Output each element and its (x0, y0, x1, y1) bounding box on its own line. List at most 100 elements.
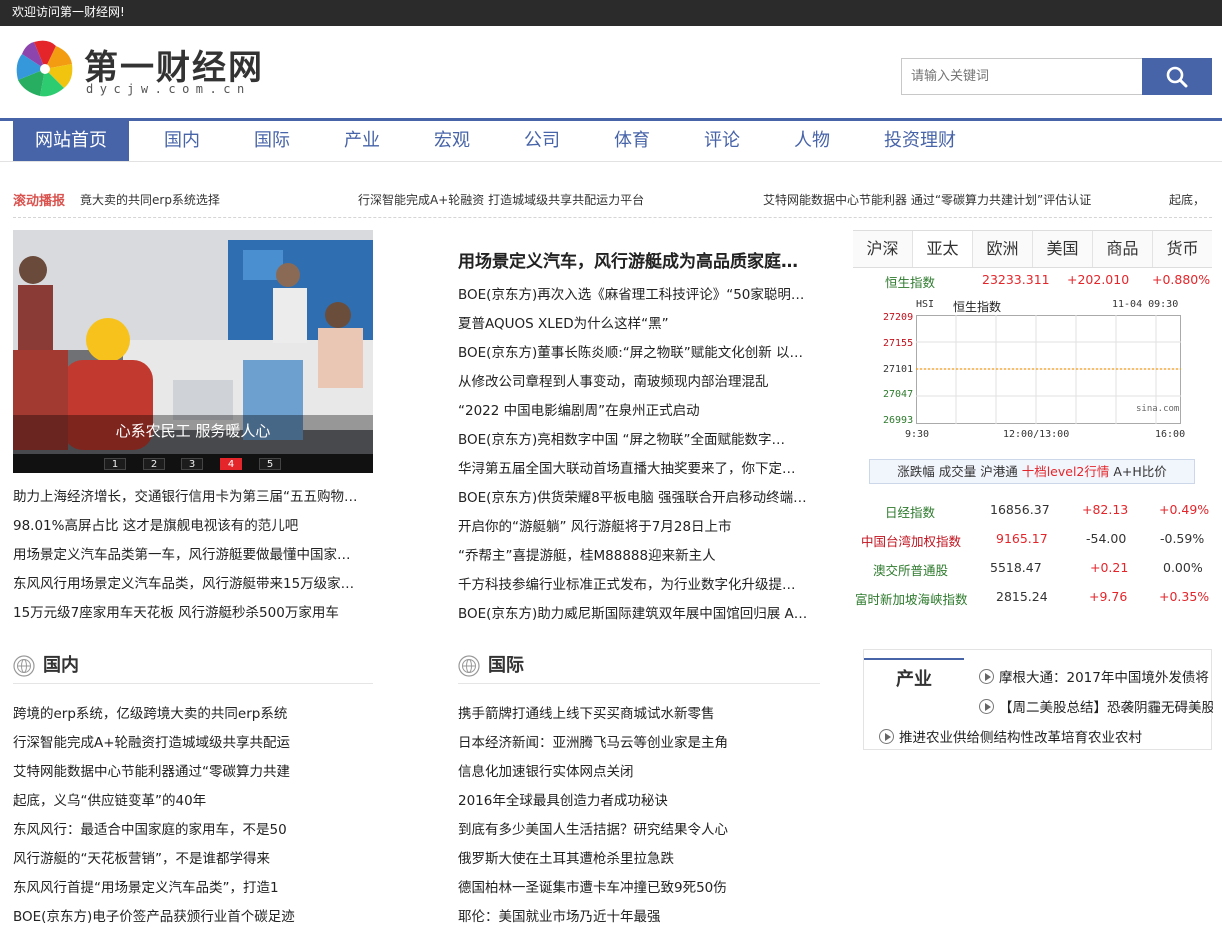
index-change: -54.00 (1086, 531, 1127, 546)
nav-item-domestic[interactable]: 国内 (142, 121, 222, 161)
link-change-rank[interactable]: 涨跌幅 (897, 464, 935, 479)
chart-name: 恒生指数 (953, 300, 1002, 314)
center-news-link[interactable]: BOE(京东方)再次入选《麻省理工科技评论》“50家聪明… (458, 283, 820, 303)
nav-item-commentary[interactable]: 评论 (682, 121, 762, 161)
industry-news-item[interactable]: 摩根大通：2017年中国境外发债将 (979, 666, 1213, 686)
international-news-link[interactable]: 2016年全球最具创造力者成功秘诀 (458, 789, 820, 809)
nav-item-sports[interactable]: 体育 (592, 121, 672, 161)
link-volume-rank[interactable]: 成交量 (939, 464, 977, 479)
left-news-link[interactable]: 用场景定义汽车品类第一车，风行游艇要做最懂中国家… (13, 543, 373, 563)
nav-item-international[interactable]: 国际 (232, 121, 312, 161)
ticker-item[interactable]: 艾特网能数据中心节能利器 通过“零碳算力共建计划”评估认证 (763, 191, 1091, 208)
tab-shanghai-shenzhen[interactable]: 沪深 (853, 231, 913, 267)
welcome-text: 欢迎访问第一财经网! (12, 5, 125, 19)
domestic-news-link[interactable]: 风行游艇的“天花板营销”，不是谁都学得来 (13, 847, 373, 867)
industry-news-item[interactable]: 【周二美股总结】恐袭阴霾无碍美股 (979, 696, 1213, 716)
featured-slideshow[interactable]: 心系农民工 服务暖人心 1 2 3 4 5 (13, 230, 373, 473)
index-percent: 0.00% (1163, 560, 1203, 575)
slide-page-button[interactable]: 5 (259, 458, 281, 470)
slide-page-button[interactable]: 2 (143, 458, 165, 470)
search-button[interactable] (1142, 58, 1212, 95)
index-row[interactable]: 澳交所普通股 5518.47 +0.21 0.00% (853, 554, 1212, 582)
index-percent: +0.35% (1159, 589, 1210, 604)
tab-industry[interactable]: 产业 (864, 658, 964, 700)
domestic-news-link[interactable]: BOE(京东方)电子价签产品获颁行业首个碳足迹 (13, 905, 373, 925)
domestic-news-link[interactable]: 跨境的erp系统，亿级跨境大卖的共同erp系统 (13, 702, 373, 722)
center-news-link[interactable]: 从修改公司章程到人事变动，南玻频现内部治理混乱 (458, 370, 820, 390)
slide-pager: 1 2 3 4 5 (13, 454, 373, 473)
nav-item-investment[interactable]: 投资理财 (870, 121, 970, 161)
left-news-link[interactable]: 助力上海经济增长，交通银行信用卡为第三届“五五购物… (13, 485, 373, 505)
index-value: 5518.47 (990, 560, 1042, 575)
international-news-link[interactable]: 日本经济新闻：亚洲腾飞马云等创业家是主角 (458, 731, 820, 751)
left-news-link[interactable]: 15万元级7座家用车天花板 风行游艇秒杀500万家用车 (13, 601, 373, 621)
center-news-link[interactable]: “2022 中国电影编剧周”在泉州正式启动 (458, 399, 820, 419)
link-ah-ratio[interactable]: A+H比价 (1113, 464, 1166, 479)
international-news-link[interactable]: 耶伦：美国就业市场乃近十年最强 (458, 905, 820, 925)
search-field[interactable] (901, 58, 1143, 95)
index-percent: -0.59% (1160, 531, 1205, 546)
index-name: 日经指数 (885, 505, 936, 520)
center-news-link[interactable]: 开启你的“游艇躺” 风行游艇将于7月28日上市 (458, 515, 820, 535)
search-input[interactable] (902, 59, 1143, 94)
link-connect[interactable]: 沪港通 (980, 464, 1018, 479)
domestic-news-link[interactable]: 东风风行：最适合中国家庭的家用车，不是50 (13, 818, 373, 838)
nav-item-people[interactable]: 人物 (772, 121, 852, 161)
domestic-news-link[interactable]: 起底，义乌“供应链变革”的40年 (13, 789, 373, 809)
nav-item-home[interactable]: 网站首页 (13, 121, 129, 161)
tab-usa[interactable]: 美国 (1033, 231, 1093, 267)
ticker-item[interactable]: 竟大卖的共同erp系统选择 (80, 191, 220, 208)
pinwheel-logo-icon[interactable] (14, 38, 76, 100)
center-news-link[interactable]: 千方科技参编行业标准正式发布，为行业数字化升级提… (458, 573, 820, 593)
site-header: 第一财经网 dycjw.com.cn (0, 26, 1222, 118)
tab-commodities[interactable]: 商品 (1093, 231, 1153, 267)
industry-news-item[interactable]: 推进农业供给侧结构性改革培育农业农村 (879, 726, 1213, 746)
index-row[interactable]: 中国台湾加权指数 9165.17 -54.00 -0.59% (853, 525, 1212, 553)
left-news-link[interactable]: 东风风行用场景定义汽车品类，风行游艇带来15万级家… (13, 572, 373, 592)
center-news-link[interactable]: BOE(京东方)供货荣耀8平板电脑 强强联合开启移动终端… (458, 486, 820, 506)
hsi-quote-row[interactable]: 恒生指数 23233.311 +202.010 +0.880% (853, 266, 1212, 294)
slide-page-button-active[interactable]: 4 (220, 458, 242, 470)
left-news-link[interactable]: 98.01%高屏占比 这才是旗舰电视该有的范儿吧 (13, 514, 373, 534)
top-headline[interactable]: 用场景定义汽车，风行游艇成为高品质家庭… (458, 247, 820, 272)
center-news-link[interactable]: BOE(京东方)助力威尼斯国际建筑双年展中国馆回归展 A… (458, 602, 820, 622)
section-title[interactable]: 国际 (488, 651, 524, 677)
center-news-link[interactable]: 夏普AQUOS XLED为什么这样“黑” (458, 312, 820, 332)
index-name: 富时新加坡海峡指数 (855, 592, 968, 607)
domestic-news-link[interactable]: 行深智能完成A+轮融资打造城域级共享共配运 (13, 731, 373, 751)
center-news-link[interactable]: BOE(京东方)董事长陈炎顺:“屏之物联”赋能文化创新 以… (458, 341, 820, 361)
index-row[interactable]: 日经指数 16856.37 +82.13 +0.49% (853, 496, 1212, 524)
index-percent: +0.49% (1159, 502, 1210, 517)
play-icon (879, 729, 894, 744)
center-news-link[interactable]: BOE(京东方)亮相数字中国 “屏之物联”全面赋能数字… (458, 428, 820, 448)
international-news-link[interactable]: 信息化加速银行实体网点关闭 (458, 760, 820, 780)
ticker-item[interactable]: 行深智能完成A+轮融资 打造城域级共享共配运力平台 (358, 191, 644, 208)
nav-item-company[interactable]: 公司 (502, 121, 582, 161)
index-change: +82.13 (1082, 502, 1129, 517)
tab-europe[interactable]: 欧洲 (973, 231, 1033, 267)
nav-item-macro[interactable]: 宏观 (412, 121, 492, 161)
slide-page-button[interactable]: 1 (104, 458, 126, 470)
section-title[interactable]: 国内 (43, 651, 79, 677)
international-news-link[interactable]: 到底有多少美国人生活拮据？研究结果令人心 (458, 818, 820, 838)
ticker-item[interactable]: 起底， (1169, 191, 1205, 208)
play-icon (979, 699, 994, 714)
tab-asia-pacific[interactable]: 亚太 (913, 231, 973, 267)
nav-item-industry[interactable]: 产业 (322, 121, 402, 161)
international-news-link[interactable]: 俄罗斯大使在土耳其遭枪杀里拉急跌 (458, 847, 820, 867)
index-value: 16856.37 (990, 502, 1050, 517)
domestic-news-link[interactable]: 东风风行首提“用场景定义汽车品类”，打造1 (13, 876, 373, 896)
hsi-intraday-chart[interactable]: HSI 恒生指数 11-04 09:30 27209 27155 27101 2… (853, 293, 1212, 445)
slide-caption[interactable]: 心系农民工 服务暖人心 (13, 420, 373, 441)
x-tick: 9:30 (905, 429, 930, 440)
domestic-news-link[interactable]: 艾特网能数据中心节能利器通过“零碳算力共建 (13, 760, 373, 780)
slide-page-button[interactable]: 3 (181, 458, 203, 470)
scrolling-news-ticker: 滚动播报 竟大卖的共同erp系统选择 行深智能完成A+轮融资 打造城域级共享共配… (13, 182, 1212, 218)
center-news-link[interactable]: 华浔第五届全国大联动首场直播大抽奖要来了，你下定… (458, 457, 820, 477)
index-row[interactable]: 富时新加坡海峡指数 2815.24 +9.76 +0.35% (853, 583, 1212, 611)
link-level2[interactable]: 十档level2行情 (1022, 464, 1110, 479)
international-news-link[interactable]: 德国柏林一圣诞集市遭卡车冲撞已致9死50伤 (458, 876, 820, 896)
center-news-link[interactable]: “乔帮主”喜提游艇，桂M88888迎来新主人 (458, 544, 820, 564)
tab-currency[interactable]: 货币 (1153, 231, 1212, 267)
international-news-link[interactable]: 携手箭牌打通线上线下买买商城试水新零售 (458, 702, 820, 722)
